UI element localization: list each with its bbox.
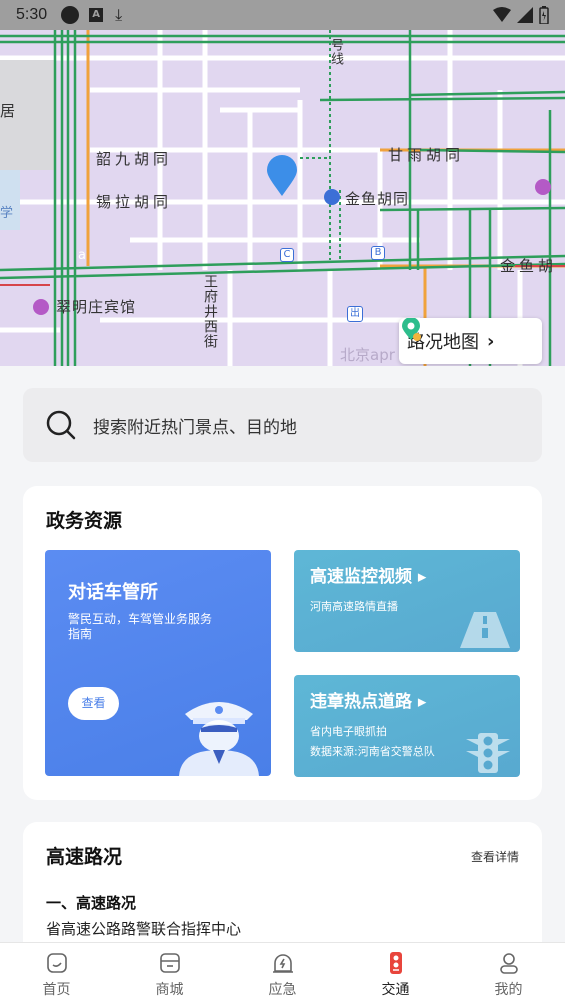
map-label-shaojiu: 韶九胡同 [96, 150, 173, 168]
metro-c-icon: C [280, 248, 294, 262]
map-label-hotel: 翠明庄宾馆 [56, 298, 137, 316]
map-watermark: 北京apr [340, 346, 395, 364]
map-label-jinyu-right: 金鱼胡 [500, 257, 558, 275]
search-icon [46, 410, 76, 440]
view-details-link[interactable]: 查看详情 [471, 848, 519, 865]
user-icon [499, 953, 518, 974]
highway-traffic-title: 高速路况 [46, 846, 123, 868]
search-bar[interactable]: 搜索附近热门景点、目的地 [23, 388, 542, 462]
tab-emergency-label: 应急 [268, 982, 297, 998]
tab-home-label: 首页 [42, 982, 71, 998]
map-label-line: 号线 [328, 38, 343, 66]
metro-b-icon: B [371, 246, 385, 260]
tab-traffic-label: 交通 [381, 982, 410, 998]
map-label-ganyu: 甘雨胡同 [388, 146, 465, 164]
dmv-chat-tile[interactable]: 对话车管所 警民互动，车驾管业务服务指南 查看 [45, 550, 271, 776]
tab-shop[interactable]: 商城 [113, 943, 226, 1004]
gov-resources-title: 政务资源 [46, 510, 123, 532]
wifi-icon [493, 7, 511, 22]
cell-signal-icon [517, 7, 533, 23]
search-placeholder: 搜索附近热门景点、目的地 [93, 417, 297, 438]
a-notification-icon: A [89, 8, 104, 22]
battery-icon [539, 6, 549, 24]
metro-exit-icon: 出 [347, 306, 363, 322]
map-label-ju: 居 [0, 102, 16, 120]
dmv-chat-title: 对话车管所 [68, 582, 158, 603]
emergency-icon [272, 954, 293, 973]
download-icon: ⤓ [115, 5, 123, 24]
tab-emergency[interactable]: 应急 [226, 943, 339, 1004]
chevron-right-icon: › [487, 330, 495, 352]
map-label-jinyu: 金鱼胡同 [345, 190, 410, 208]
traffic-map-button[interactable]: 路况地图 › [399, 318, 542, 364]
police-officer-icon [179, 702, 259, 776]
road-icon [460, 612, 510, 648]
gov-resources-card: 政务资源 对话车管所 警民互动，车驾管业务服务指南 查看 高速监控视频 ▸ 河南… [23, 486, 542, 800]
home-icon [46, 953, 67, 973]
violation-hotspot-title: 违章热点道路 ▸ [310, 692, 427, 712]
map-label-cut: a [78, 248, 86, 263]
highway-camera-title: 高速监控视频 ▸ [310, 567, 427, 587]
traffic-light-icon [466, 733, 510, 773]
status-bar: 5:30 A ⤓ [0, 0, 565, 30]
map-pin-icon [402, 318, 421, 341]
highway-section-line: 省高速公路路警联合指挥中心 [46, 920, 242, 938]
tab-traffic[interactable]: 交通 [339, 943, 452, 1004]
map-label-wangfujing: 王府井西街 [202, 274, 218, 349]
tab-home[interactable]: 首页 [0, 943, 113, 1004]
highway-section-heading: 一、高速路况 [46, 894, 137, 912]
violation-hotspot-tile[interactable]: 违章热点道路 ▸ 省内电子眼抓拍 数据来源:河南省交警总队 [294, 675, 520, 777]
highway-camera-tile[interactable]: 高速监控视频 ▸ 河南高速路情直播 [294, 550, 520, 652]
highway-traffic-card: 高速路况 查看详情 一、高速路况 省高速公路路警联合指挥中心 [23, 822, 542, 962]
location-marker-icon [267, 155, 297, 196]
dmv-chat-subtitle: 警民互动，车驾管业务服务指南 [68, 612, 213, 641]
map-label-xue: 学 [0, 206, 14, 221]
tab-shop-label: 商城 [155, 982, 184, 998]
highway-camera-subtitle: 河南高速路情直播 [310, 600, 398, 613]
shop-icon [159, 953, 180, 973]
notification-dot-icon [61, 6, 80, 24]
map-view[interactable]: 号线 居 学 韶九胡同 锡拉胡同 甘雨胡同 金鱼胡同 金鱼胡 翠明庄宾馆 王府井… [0, 30, 565, 366]
status-time: 5:30 [16, 6, 48, 23]
tab-profile[interactable]: 我的 [452, 943, 565, 1004]
bottom-tab-bar: 首页 商城 应急 交通 我的 [0, 942, 565, 1004]
violation-hotspot-subtitle: 省内电子眼抓拍 数据来源:河南省交警总队 [310, 725, 435, 758]
view-button[interactable]: 查看 [68, 687, 119, 720]
content-sheet: 搜索附近热门景点、目的地 政务资源 对话车管所 警民互动，车驾管业务服务指南 查… [0, 366, 565, 962]
map-label-xila: 锡拉胡同 [96, 193, 173, 211]
traffic-light-icon [389, 952, 402, 974]
tab-profile-label: 我的 [494, 982, 523, 998]
